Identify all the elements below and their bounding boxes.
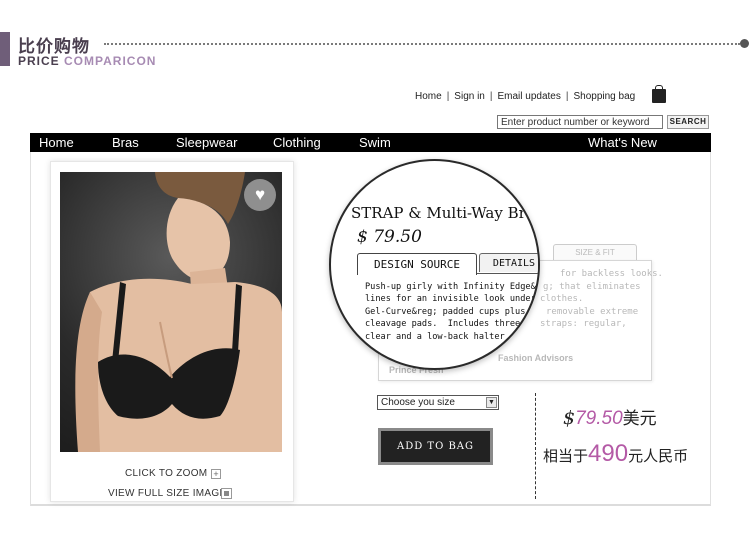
faded-fashion-advisors: Fashion Advisors bbox=[498, 353, 574, 363]
section-accent-bar bbox=[0, 32, 10, 66]
nav-item-bras[interactable]: Bras bbox=[112, 134, 139, 151]
top-link-shopping-bag[interactable]: Shopping bag bbox=[573, 91, 635, 102]
section-title-en-accent: COMPARICON bbox=[64, 54, 157, 68]
size-select[interactable]: Choose you size ▼ bbox=[377, 395, 499, 410]
product-photo-illustration bbox=[75, 172, 282, 452]
usd-price: $79.50美元 bbox=[563, 404, 657, 430]
tab-design-source[interactable]: DESIGN SOURCE bbox=[357, 253, 477, 275]
nav-item-whats-new[interactable]: What's New bbox=[588, 134, 657, 151]
rmb-unit: 元人民币 bbox=[628, 447, 689, 465]
nav-item-sleepwear[interactable]: Sleepwear bbox=[176, 134, 237, 151]
section-rule-end-dot bbox=[740, 39, 749, 48]
shopping-bag-icon[interactable] bbox=[652, 85, 666, 103]
view-full-size-link[interactable]: VIEW FULL SIZE IMAGE bbox=[108, 488, 226, 499]
separator: | bbox=[489, 91, 493, 102]
separator: | bbox=[446, 91, 450, 102]
magnifier-lens: STRAP & Multi-Way Br $ 79.50 DESIGN SOUR… bbox=[329, 159, 540, 370]
product-title: STRAP & Multi-Way Br bbox=[351, 204, 526, 222]
usd-value: 79.50 bbox=[575, 408, 623, 429]
section-dotted-rule bbox=[104, 43, 740, 45]
usd-unit: 美元 bbox=[622, 409, 657, 429]
main-nav: Home Bras Sleepwear Clothing Swim What's… bbox=[30, 133, 711, 152]
wishlist-heart-icon[interactable]: ♥ bbox=[244, 179, 276, 211]
full-size-icon[interactable] bbox=[221, 488, 232, 499]
top-link-sign-in[interactable]: Sign in bbox=[454, 91, 485, 102]
product-price: $ 79.50 bbox=[357, 227, 422, 247]
rmb-value: 490 bbox=[588, 440, 629, 467]
nav-item-clothing[interactable]: Clothing bbox=[273, 134, 321, 151]
faded-detail-line: for backless looks. bbox=[560, 269, 663, 279]
top-link-home[interactable]: Home bbox=[415, 91, 442, 102]
section-title-en-main: PRICE bbox=[18, 54, 65, 68]
rmb-prefix: 相当于 bbox=[543, 447, 589, 465]
faded-detail-line: clothes. bbox=[540, 294, 584, 304]
faded-detail-line: removable extreme bbox=[546, 307, 639, 317]
rmb-price: 相当于490元人民币 bbox=[543, 440, 688, 468]
product-photo[interactable] bbox=[60, 172, 282, 452]
product-description: Push-up girly with Infinity Edge&reg; li… bbox=[365, 282, 540, 342]
price-divider bbox=[535, 393, 536, 499]
zoom-plus-icon[interactable]: + bbox=[211, 469, 221, 479]
size-select-value: Choose you size bbox=[381, 397, 455, 408]
section-title-en: PRICE COMPARICON bbox=[18, 54, 156, 68]
usd-symbol: $ bbox=[563, 407, 576, 429]
top-link-email-updates[interactable]: Email updates bbox=[497, 91, 560, 102]
tab-details[interactable]: DETAILS bbox=[479, 253, 538, 272]
tab-size-fit[interactable]: SIZE & FIT bbox=[553, 244, 637, 261]
faded-detail-line: straps: regular, bbox=[540, 319, 627, 329]
search-button[interactable]: SEARCH bbox=[667, 115, 709, 129]
nav-item-home[interactable]: Home bbox=[39, 134, 74, 151]
separator: | bbox=[565, 91, 569, 102]
search-input[interactable] bbox=[497, 115, 663, 129]
top-links: Home | Sign in | Email updates | Shopping bag bbox=[415, 91, 635, 102]
click-to-zoom-link[interactable]: CLICK TO ZOOM bbox=[125, 468, 207, 479]
nav-item-swim[interactable]: Swim bbox=[359, 134, 391, 151]
add-to-bag-button[interactable]: ADD TO BAG bbox=[378, 428, 493, 465]
faded-detail-line: g; that eliminates bbox=[543, 282, 641, 292]
chevron-down-icon[interactable]: ▼ bbox=[486, 397, 497, 408]
